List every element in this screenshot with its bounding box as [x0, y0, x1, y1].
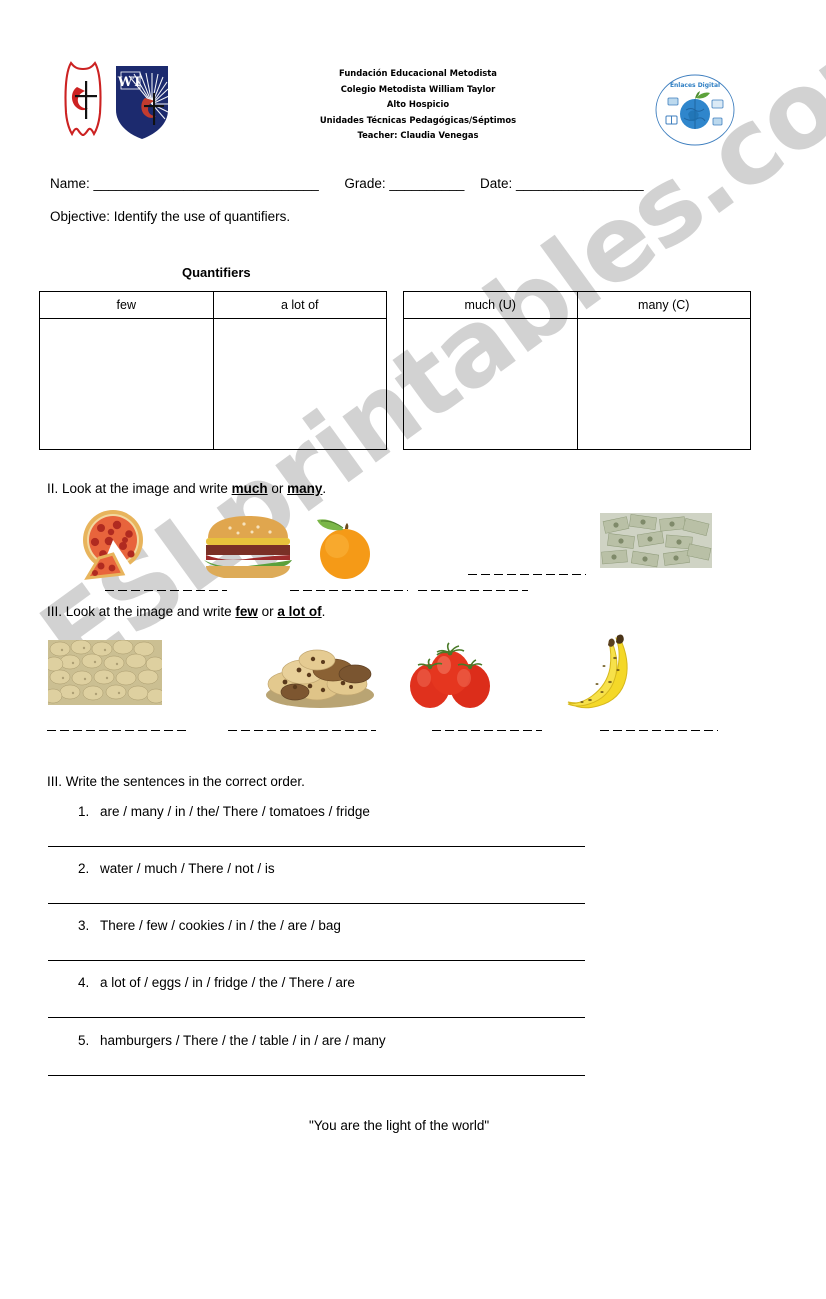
name-label: Name:: [50, 176, 90, 191]
sentence-text-1: are / many / in / the/ There / tomatoes …: [100, 804, 370, 819]
school-line-1: Fundación Educacional Metodista: [339, 68, 497, 78]
sentence-number-5: 5.: [78, 1033, 90, 1048]
instruction-two-prefix: II. Look at the image and write: [47, 481, 232, 496]
instruction-two-suffix: .: [322, 481, 327, 496]
table-cell-many[interactable]: [576, 318, 751, 450]
sentence-answer-blank-2[interactable]: [48, 903, 585, 904]
answer-blank-potatoes[interactable]: [47, 730, 187, 731]
instruction-section-two: II. Look at the image and write much or …: [47, 481, 326, 496]
hamburger-image: [204, 516, 292, 578]
william-taylor-shield-logo: WT: [116, 66, 170, 139]
sentence-answer-blank-3[interactable]: [48, 960, 585, 961]
sentence-number-3: 3.: [78, 918, 90, 933]
instruction-three-suffix: .: [321, 604, 326, 619]
quantifiers-table-left: few a lot of: [39, 291, 387, 450]
enlaces-digital-apple-globe-logo: Enlaces Digital: [655, 74, 735, 146]
table-header-few: few: [39, 291, 214, 319]
table-header-row: few a lot of: [39, 291, 387, 319]
sentence-answer-blank-5[interactable]: [48, 1075, 585, 1076]
student-info-line: Name: ______________________________ Gra…: [50, 176, 644, 191]
name-input-rule[interactable]: ______________________________: [94, 176, 319, 191]
orange-image: [317, 519, 370, 579]
instruction-two-joiner: or: [267, 481, 288, 496]
instruction-three-joiner: or: [257, 604, 278, 619]
sentence-answer-blank-1[interactable]: [48, 846, 585, 847]
sentence-item-2: 2. water / much / There / not / is: [78, 861, 275, 876]
methodist-flame-cross-logo: [64, 61, 102, 137]
answer-blank-money[interactable]: [468, 574, 586, 575]
instruction-three-word-a-lot-of: a lot of: [277, 604, 322, 619]
quantifiers-heading: Quantifiers: [182, 265, 251, 280]
page-header: WT Enlaces Digital Fundación Educacional…: [0, 0, 826, 160]
pizza-image: [83, 510, 143, 580]
sentence-number-2: 2.: [78, 861, 90, 876]
table-cell-much[interactable]: [403, 318, 578, 450]
digital-logo-caption: Enlaces Digital: [670, 82, 720, 89]
answer-blank-tomatoes[interactable]: [432, 730, 542, 731]
answer-blank-cookies[interactable]: [228, 730, 376, 731]
instruction-section-four: III. Write the sentences in the correct …: [47, 774, 305, 789]
school-identification-block: Fundación Educacional Metodista Colegio …: [283, 66, 553, 144]
instruction-three-word-few: few: [235, 604, 258, 619]
table-header-many: many (C): [576, 291, 751, 319]
sentence-item-1: 1. are / many / in / the/ There / tomatoe…: [78, 804, 370, 819]
potatoes-image: [48, 640, 162, 705]
instruction-three-prefix: III. Look at the image and write: [47, 604, 236, 619]
sentence-item-3: 3. There / few / cookies / in / the / are…: [78, 918, 341, 933]
cookies-image: [266, 649, 374, 708]
table-header-row: much (U) many (C): [403, 291, 751, 319]
school-line-3: Alto Hospicio: [386, 99, 450, 109]
grade-label: Grade:: [344, 176, 386, 191]
sentence-answer-blank-4[interactable]: [48, 1017, 585, 1018]
sentence-text-4: a lot of / eggs / in / fridge / the / Th…: [100, 975, 355, 990]
sentence-text-2: water / much / There / not / is: [100, 861, 275, 876]
instruction-section-three: III. Look at the image and write few or …: [47, 604, 325, 619]
sentence-text-5: hamburgers / There / the / table / in / …: [100, 1033, 386, 1048]
answer-blank-orange[interactable]: [418, 590, 528, 591]
bananas-image: [567, 634, 628, 709]
sentence-text-3: There / few / cookies / in / the / are /…: [100, 918, 341, 933]
answer-blank-hamburger[interactable]: [290, 590, 408, 591]
table-header-a-lot-of: a lot of: [212, 291, 387, 319]
table-answer-row: [39, 318, 387, 450]
school-line-2: Colegio Metodista William Taylor: [340, 83, 496, 94]
sentence-number-4: 4.: [78, 975, 90, 990]
grade-input-rule[interactable]: __________: [389, 176, 464, 191]
sentence-item-5: 5. hamburgers / There / the / table / in …: [78, 1033, 386, 1048]
school-line-5: Teacher: Claudia Venegas: [357, 130, 479, 140]
sentence-item-4: 4. a lot of / eggs / in / fridge / the / …: [78, 975, 355, 990]
table-cell-a-lot-of[interactable]: [212, 318, 387, 450]
money-image: [600, 513, 712, 568]
objective-text: Objective: Identify the use of quantifie…: [50, 209, 291, 224]
date-label: Date:: [479, 176, 513, 191]
tomatoes-image: [410, 642, 490, 708]
school-line-4: Unidades Técnicas Pedagógicas/Séptimos: [319, 114, 517, 125]
answer-blank-bananas[interactable]: [600, 730, 718, 731]
instruction-two-word-many: many: [287, 481, 323, 496]
table-answer-row: [403, 318, 751, 450]
answer-blank-pizza[interactable]: [105, 590, 227, 591]
worksheet-page: WT Enlaces Digital Fundación Educacional…: [0, 0, 826, 1299]
closing-quote: "You are the light of the world": [309, 1118, 490, 1133]
table-header-much: much (U): [403, 291, 578, 319]
table-cell-few[interactable]: [39, 318, 214, 450]
date-input-rule[interactable]: _________________: [516, 176, 644, 191]
quantifiers-table-right: much (U) many (C): [403, 291, 751, 450]
instruction-two-word-much: much: [231, 481, 268, 496]
sentence-number-1: 1.: [78, 804, 90, 819]
